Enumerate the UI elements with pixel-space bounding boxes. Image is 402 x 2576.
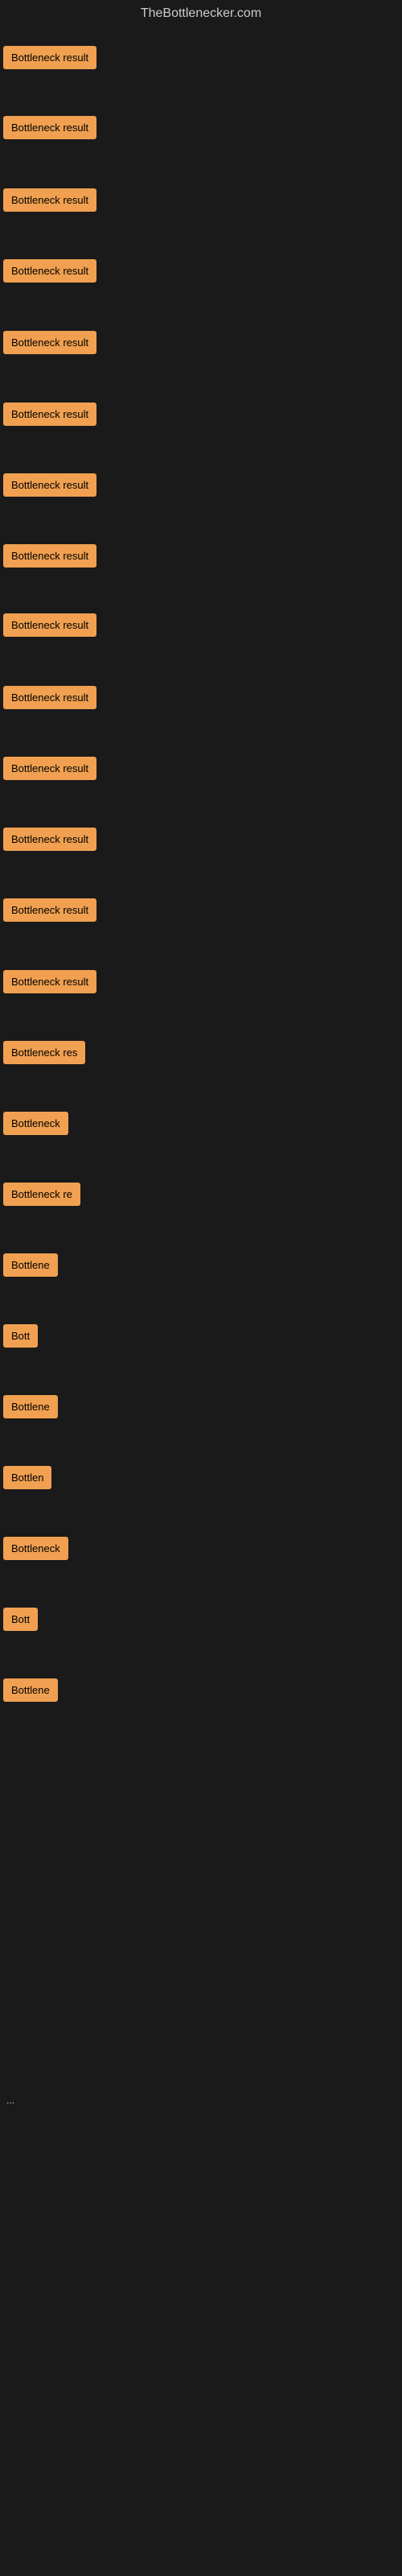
bottleneck-item-4: Bottleneck result: [3, 259, 96, 287]
bottleneck-badge[interactable]: Bottleneck: [3, 1112, 68, 1135]
bottleneck-item-15: Bottleneck res: [3, 1041, 85, 1068]
bottleneck-badge[interactable]: Bottleneck result: [3, 331, 96, 354]
bottleneck-badge[interactable]: Bottleneck res: [3, 1041, 85, 1064]
bottleneck-item-24: Bottlene: [3, 1678, 58, 1706]
bottleneck-item-12: Bottleneck result: [3, 828, 96, 855]
bottleneck-item-22: Bottleneck: [3, 1537, 68, 1564]
bottleneck-item-10: Bottleneck result: [3, 686, 96, 713]
bottleneck-badge[interactable]: Bottleneck result: [3, 188, 96, 212]
bottleneck-badge[interactable]: Bottlen: [3, 1466, 51, 1489]
bottleneck-item-17: Bottleneck re: [3, 1183, 80, 1210]
bottleneck-badge[interactable]: Bottleneck result: [3, 116, 96, 139]
ellipsis-text: ...: [3, 2088, 18, 2112]
bottleneck-badge[interactable]: Bottlene: [3, 1395, 58, 1418]
bottleneck-item-18: Bottlene: [3, 1253, 58, 1281]
bottleneck-item-14: Bottleneck result: [3, 970, 96, 997]
bottleneck-item-11: Bottleneck result: [3, 757, 96, 784]
bottleneck-item-3: Bottleneck result: [3, 188, 96, 216]
bottleneck-badge[interactable]: Bottleneck result: [3, 828, 96, 851]
bottleneck-badge[interactable]: Bottleneck result: [3, 259, 96, 283]
bottleneck-badge[interactable]: Bottleneck: [3, 1537, 68, 1560]
bottleneck-item-7: Bottleneck result: [3, 473, 96, 501]
bottleneck-badge[interactable]: Bottlene: [3, 1253, 58, 1277]
bottleneck-item-5: Bottleneck result: [3, 331, 96, 358]
bottleneck-item-8: Bottleneck result: [3, 544, 96, 572]
bottleneck-item-19: Bott: [3, 1324, 38, 1352]
bottleneck-badge[interactable]: Bottleneck result: [3, 686, 96, 709]
bottleneck-item-9: Bottleneck result: [3, 613, 96, 641]
bottleneck-item-1: Bottleneck result: [3, 46, 96, 73]
bottleneck-item-23: Bott: [3, 1608, 38, 1635]
bottleneck-item-13: Bottleneck result: [3, 898, 96, 926]
bottleneck-item-21: Bottlen: [3, 1466, 51, 1493]
bottleneck-item-20: Bottlene: [3, 1395, 58, 1422]
bottleneck-badge[interactable]: Bottleneck result: [3, 46, 96, 69]
bottleneck-badge[interactable]: Bottleneck re: [3, 1183, 80, 1206]
site-title: TheBottlenecker.com: [0, 0, 402, 31]
bottleneck-item-16: Bottleneck: [3, 1112, 68, 1139]
bottleneck-badge[interactable]: Bott: [3, 1324, 38, 1348]
bottleneck-badge[interactable]: Bottlene: [3, 1678, 58, 1702]
bottleneck-badge[interactable]: Bottleneck result: [3, 757, 96, 780]
bottleneck-badge[interactable]: Bottleneck result: [3, 544, 96, 568]
bottleneck-item-6: Bottleneck result: [3, 402, 96, 430]
bottleneck-badge[interactable]: Bottleneck result: [3, 613, 96, 637]
bottleneck-badge[interactable]: Bottleneck result: [3, 898, 96, 922]
bottleneck-badge[interactable]: Bottleneck result: [3, 473, 96, 497]
ellipsis-area: ...: [3, 2093, 18, 2107]
bottleneck-item-2: Bottleneck result: [3, 116, 96, 143]
bottleneck-badge[interactable]: Bottleneck result: [3, 970, 96, 993]
bottleneck-badge[interactable]: Bott: [3, 1608, 38, 1631]
bottleneck-badge[interactable]: Bottleneck result: [3, 402, 96, 426]
page-wrapper: TheBottlenecker.com Bottleneck result Bot…: [0, 0, 402, 2576]
